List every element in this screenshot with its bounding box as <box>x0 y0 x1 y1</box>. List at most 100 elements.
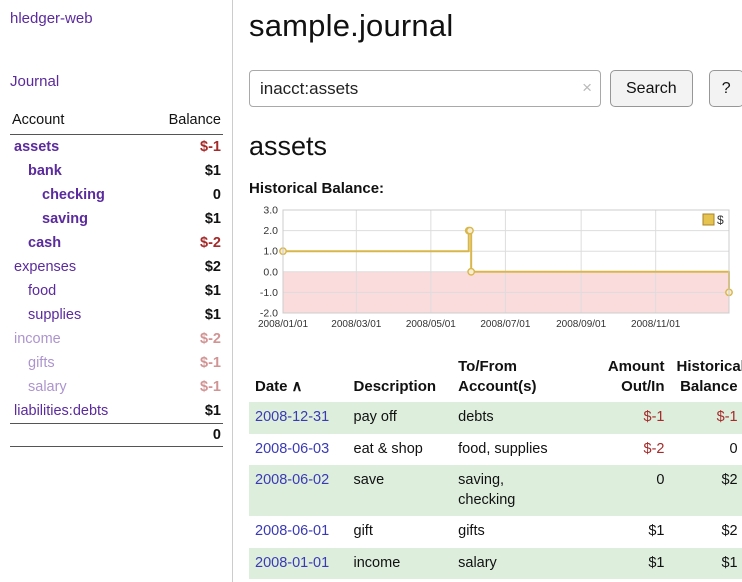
account-balance: $1 <box>146 303 223 327</box>
transaction-date-link[interactable]: 2008-01-01 <box>249 548 348 580</box>
account-link[interactable]: bank <box>10 159 146 183</box>
account-balance: $-1 <box>146 135 223 160</box>
svg-text:3.0: 3.0 <box>263 205 278 217</box>
transaction-accounts: gifts <box>452 516 589 548</box>
transaction-date-link[interactable]: 2008-12-31 <box>249 402 348 434</box>
account-link[interactable]: checking <box>10 183 146 207</box>
register-row: 2008-06-01giftgifts$1$2 <box>249 516 742 548</box>
transaction-description: gift <box>348 516 453 548</box>
svg-text:0.0: 0.0 <box>263 266 278 278</box>
account-link[interactable]: salary <box>10 375 146 399</box>
help-button[interactable]: ? <box>709 70 742 107</box>
register-col-description: Description <box>348 353 453 402</box>
transaction-date-link[interactable]: 2008-06-02 <box>249 465 348 516</box>
main-content: sample.journal × Search ? assets Histori… <box>233 0 742 582</box>
svg-text:$: $ <box>717 213 724 227</box>
account-row: assets$-1 <box>10 135 223 160</box>
register-col-accounts: To/From Account(s) <box>452 353 589 402</box>
transaction-balance: $-1 <box>670 402 742 434</box>
search-input[interactable] <box>249 70 601 107</box>
app-title-link[interactable]: hledger-web <box>10 10 223 27</box>
chart-title: Historical Balance: <box>249 180 742 197</box>
transaction-balance: $2 <box>670 465 742 516</box>
svg-text:2008/11/01: 2008/11/01 <box>631 319 681 330</box>
account-balance: $1 <box>146 399 223 424</box>
transaction-amount: $1 <box>589 516 670 548</box>
account-row: checking0 <box>10 183 223 207</box>
register-row: 2008-01-01incomesalary$1$1 <box>249 548 742 580</box>
register-col-balance: Historical Balance <box>670 353 742 402</box>
register-header-row: Date∧DescriptionTo/From Account(s)Amount… <box>249 353 742 402</box>
svg-text:-1.0: -1.0 <box>260 287 278 299</box>
clear-search-icon[interactable]: × <box>582 78 592 98</box>
account-link[interactable]: income <box>10 327 146 351</box>
svg-text:1.0: 1.0 <box>263 246 278 258</box>
transaction-balance: $2 <box>670 516 742 548</box>
account-link[interactable]: assets <box>10 135 146 160</box>
account-row: cash$-2 <box>10 231 223 255</box>
transaction-accounts: saving, checking <box>452 465 589 516</box>
accounts-col-balance: Balance <box>146 110 223 135</box>
svg-text:-2.0: -2.0 <box>260 308 278 320</box>
account-link[interactable]: cash <box>10 231 146 255</box>
account-balance: $-2 <box>146 231 223 255</box>
account-row: bank$1 <box>10 159 223 183</box>
svg-text:2008/09/01: 2008/09/01 <box>556 319 606 330</box>
transaction-description: save <box>348 465 453 516</box>
transaction-date-link[interactable]: 2008-06-03 <box>249 434 348 466</box>
transaction-accounts: debts <box>452 402 589 434</box>
register-row: 2008-12-31pay offdebts$-1$-1 <box>249 402 742 434</box>
account-link[interactable]: gifts <box>10 351 146 375</box>
page-title: sample.journal <box>249 8 742 44</box>
accounts-total-spacer <box>10 424 146 447</box>
svg-text:2.0: 2.0 <box>263 225 278 237</box>
search-box: × <box>249 70 601 107</box>
account-row: income$-2 <box>10 327 223 351</box>
register-row: 2008-06-03eat & shopfood, supplies$-20 <box>249 434 742 466</box>
account-row: expenses$2 <box>10 255 223 279</box>
account-balance: $1 <box>146 207 223 231</box>
account-row: salary$-1 <box>10 375 223 399</box>
accounts-header-row: Account Balance <box>10 110 223 135</box>
account-link[interactable]: food <box>10 279 146 303</box>
account-heading: assets <box>249 131 742 162</box>
account-balance: $2 <box>146 255 223 279</box>
account-link[interactable]: saving <box>10 207 146 231</box>
hledger-web-app: hledger-web Journal Account Balance asse… <box>0 0 742 582</box>
svg-text:2008/05/01: 2008/05/01 <box>406 319 456 330</box>
account-balance: $1 <box>146 279 223 303</box>
register-col-date[interactable]: Date∧ <box>249 353 348 402</box>
transaction-description: eat & shop <box>348 434 453 466</box>
register-row: 2008-06-02savesaving, checking0$2 <box>249 465 742 516</box>
sort-ascending-icon: ∧ <box>292 378 303 395</box>
svg-text:2008/07/01: 2008/07/01 <box>480 319 530 330</box>
account-row: liabilities:debts$1 <box>10 399 223 424</box>
search-button[interactable]: Search <box>610 70 693 107</box>
register-col-amount: Amount Out/In <box>589 353 670 402</box>
search-bar: × Search ? <box>249 70 742 107</box>
transaction-balance: $1 <box>670 548 742 580</box>
account-link[interactable]: supplies <box>10 303 146 327</box>
accounts-col-account: Account <box>10 110 146 135</box>
sidebar: hledger-web Journal Account Balance asse… <box>0 0 233 582</box>
account-balance: $-1 <box>146 375 223 399</box>
account-row: food$1 <box>10 279 223 303</box>
balance-chart: 3.02.01.00.0-1.0-2.02008/01/012008/03/01… <box>249 205 735 343</box>
transaction-amount: $1 <box>589 548 670 580</box>
account-link[interactable]: liabilities:debts <box>10 399 146 424</box>
svg-text:2008/03/01: 2008/03/01 <box>331 319 381 330</box>
account-balance: $1 <box>146 159 223 183</box>
transaction-amount: $-2 <box>589 434 670 466</box>
transaction-accounts: food, supplies <box>452 434 589 466</box>
account-balance: $-2 <box>146 327 223 351</box>
account-row: supplies$1 <box>10 303 223 327</box>
account-link[interactable]: expenses <box>10 255 146 279</box>
transaction-description: income <box>348 548 453 580</box>
accounts-table: Account Balance assets$-1bank$1checking0… <box>10 110 223 447</box>
account-balance: 0 <box>146 183 223 207</box>
register-table: Date∧DescriptionTo/From Account(s)Amount… <box>249 353 742 579</box>
accounts-total-row: 0 <box>10 424 223 447</box>
sidebar-item-journal[interactable]: Journal <box>10 73 223 90</box>
transaction-amount: $-1 <box>589 402 670 434</box>
transaction-date-link[interactable]: 2008-06-01 <box>249 516 348 548</box>
